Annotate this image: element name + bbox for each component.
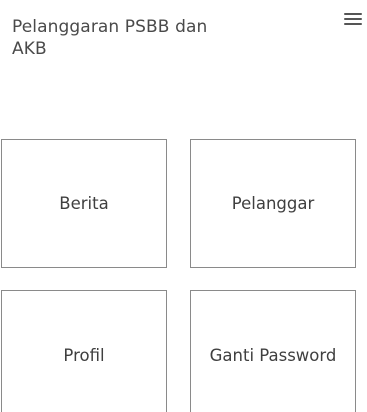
menu-bar-bottom — [344, 23, 362, 25]
tile-profil-button[interactable]: Profil — [1, 290, 167, 412]
tile-label: Profil — [63, 345, 105, 365]
tile-berita-button[interactable]: Berita — [1, 139, 167, 268]
page-title: Pelanggaran PSBB dan AKB — [12, 17, 208, 59]
menu-bar-middle — [344, 18, 362, 20]
tile-label: Ganti Password — [209, 345, 337, 365]
tile-label: Pelanggar — [231, 194, 315, 213]
app-screen: Pelanggaran PSBB dan AKB Berita Pelangga… — [0, 0, 367, 412]
tile-label: Berita — [59, 194, 109, 213]
tile-ganti-password-button[interactable]: Ganti Password — [190, 290, 356, 412]
menu-bar-top — [344, 13, 362, 15]
tile-pelanggar-button[interactable]: Pelanggar — [190, 139, 356, 268]
hamburger-menu-icon[interactable] — [343, 10, 363, 28]
